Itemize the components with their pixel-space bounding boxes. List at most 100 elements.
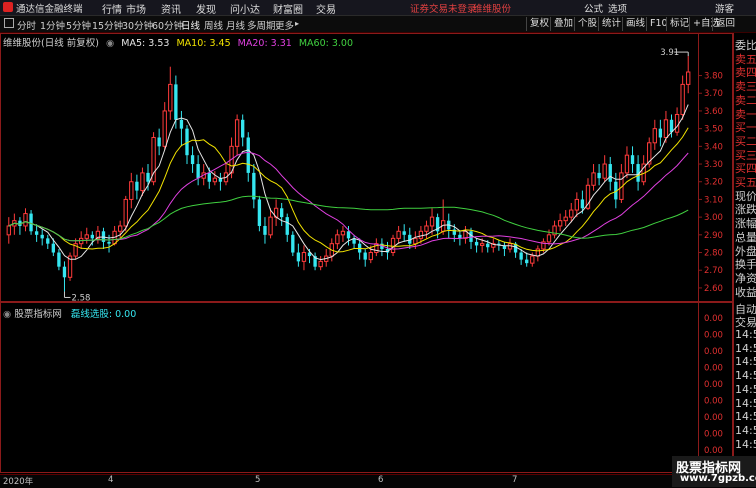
stock-button[interactable]: 个股 bbox=[574, 17, 600, 31]
date-tick: 4 bbox=[108, 475, 114, 485]
candle-body bbox=[51, 243, 56, 253]
ma20-label: MA20: 3.31 bbox=[237, 38, 292, 49]
indicator-pane-frame bbox=[0, 302, 733, 473]
candle-body bbox=[190, 155, 195, 165]
candle-body bbox=[168, 83, 173, 112]
candle-body bbox=[40, 234, 44, 239]
candle-body bbox=[608, 164, 612, 182]
quote-label: 收益 bbox=[735, 285, 756, 299]
menu-guest[interactable]: 游客 bbox=[715, 1, 734, 15]
menu-item-wealth[interactable]: 财富圈 bbox=[273, 1, 303, 16]
price-tick-label: 2.90 bbox=[704, 231, 723, 241]
layout-icon[interactable] bbox=[4, 18, 14, 28]
quote-label: 14:5 bbox=[735, 410, 756, 424]
period-1min[interactable]: 1分钟 bbox=[40, 18, 65, 32]
period-30min[interactable]: 30分钟 bbox=[122, 18, 153, 32]
menu-item-news[interactable]: 资讯 bbox=[161, 1, 181, 16]
price-tick-label: 2.60 bbox=[704, 284, 723, 294]
chart-title: 维维股份(日线 前复权) bbox=[3, 38, 99, 49]
candle-body bbox=[530, 255, 535, 264]
candle-body bbox=[569, 209, 574, 218]
period-15min[interactable]: 15分钟 bbox=[92, 18, 123, 32]
price-tick-label: 2.70 bbox=[704, 266, 723, 276]
indicator-tick-label: 0.00 bbox=[704, 446, 723, 456]
candle-body bbox=[535, 248, 541, 257]
chevron-right-icon[interactable]: ▸ bbox=[295, 19, 299, 28]
date-tick: 7 bbox=[512, 475, 518, 485]
candle-body bbox=[429, 216, 435, 227]
candle-body bbox=[263, 225, 267, 235]
period-weekly[interactable]: 周线 bbox=[204, 18, 223, 32]
candle-body bbox=[123, 198, 128, 227]
ma-toggle-icon[interactable]: ◉ bbox=[106, 38, 114, 49]
menu-item-market[interactable]: 行情 bbox=[102, 1, 122, 16]
ma60-label: MA60: 3.00 bbox=[298, 38, 354, 49]
candle-body bbox=[563, 216, 568, 222]
period-timeshare[interactable]: 分时 bbox=[17, 18, 36, 32]
indicator-tick-label: 0.00 bbox=[704, 364, 723, 374]
menu-item-trade[interactable]: 交易 bbox=[316, 1, 336, 16]
quote-label: 14:5 bbox=[735, 423, 756, 437]
indicator-tick-label: 0.00 bbox=[704, 331, 723, 341]
candle-body bbox=[557, 220, 563, 227]
candle-body bbox=[597, 172, 601, 179]
candle-body bbox=[301, 252, 307, 262]
candle-body bbox=[117, 225, 123, 232]
ma10-label: MA10: 3.45 bbox=[176, 38, 231, 49]
candle-body bbox=[340, 230, 346, 236]
draw-line-button[interactable]: 画线 bbox=[622, 17, 648, 31]
candle-body bbox=[212, 177, 218, 183]
candle-body bbox=[519, 252, 523, 260]
indicator-name: 磊线选股: 0.00 bbox=[70, 309, 137, 320]
candle-body bbox=[296, 252, 301, 262]
candle-body bbox=[418, 230, 424, 239]
restore-rights-button[interactable]: 复权 bbox=[526, 17, 552, 31]
candle-body bbox=[368, 252, 373, 261]
quote-label: 14:5 bbox=[735, 369, 756, 383]
overlay-button[interactable]: 叠加 bbox=[550, 17, 576, 31]
indicator-source: 股票指标网 bbox=[14, 309, 62, 320]
period-daily[interactable]: 日线 bbox=[181, 18, 200, 32]
quote-label: 14:5 bbox=[735, 355, 756, 369]
period-more[interactable]: 更多 bbox=[275, 18, 294, 32]
candle-body bbox=[129, 181, 134, 200]
candle-body bbox=[580, 199, 585, 209]
candle-body bbox=[658, 128, 663, 138]
price-tick-label: 3.40 bbox=[704, 142, 723, 152]
candle-body bbox=[62, 266, 67, 278]
indicator-toggle-icon[interactable]: ◉ bbox=[3, 309, 11, 320]
indicator-info-line: ◉ 股票指标网 磊线选股: 0.00 bbox=[3, 306, 136, 320]
quote-label: 14:5 bbox=[735, 341, 756, 355]
candle-body bbox=[23, 213, 28, 227]
indicator-tick-label: 0.00 bbox=[704, 397, 723, 407]
candle-body bbox=[458, 234, 462, 239]
menu-formula[interactable]: 公式 bbox=[584, 1, 603, 15]
candle-body bbox=[157, 137, 161, 147]
period-multi[interactable]: 多周期 bbox=[247, 18, 276, 32]
candle-body bbox=[479, 243, 485, 246]
candle-body bbox=[574, 198, 580, 211]
back-button[interactable]: 返回 bbox=[712, 17, 738, 31]
kline-chart[interactable]: 3.80 3.70 3.60 3.50 3.40 3.30 3.20 3.10 3.00 2.90… bbox=[0, 33, 733, 474]
period-monthly[interactable]: 月线 bbox=[226, 18, 245, 32]
period-60min[interactable]: 60分钟 bbox=[152, 18, 183, 32]
menu-options[interactable]: 选项 bbox=[608, 1, 627, 15]
price-tick-label: 3.50 bbox=[704, 125, 723, 135]
candle-body bbox=[474, 241, 479, 246]
indicator-tick-label: 0.00 bbox=[704, 380, 723, 390]
menu-item-discover[interactable]: 发现 bbox=[196, 1, 216, 16]
trade-login-notice[interactable]: 证券交易未登录 bbox=[410, 1, 477, 15]
candle-body bbox=[135, 181, 139, 191]
stats-button[interactable]: 统计 bbox=[598, 17, 624, 31]
candle-body bbox=[602, 163, 607, 179]
candle-body bbox=[252, 172, 256, 200]
candle-body bbox=[686, 71, 691, 85]
period-5min[interactable]: 5分钟 bbox=[66, 18, 91, 32]
menu-item-ask[interactable]: 问小达 bbox=[230, 1, 260, 16]
candle-body bbox=[179, 119, 184, 129]
price-tick-label: 3.80 bbox=[704, 72, 723, 82]
candle-body bbox=[90, 234, 94, 239]
menu-item-market-center[interactable]: 市场 bbox=[126, 1, 146, 16]
price-tick-label: 3.70 bbox=[704, 89, 723, 99]
ma5-label: MA5: 3.53 bbox=[121, 38, 170, 49]
